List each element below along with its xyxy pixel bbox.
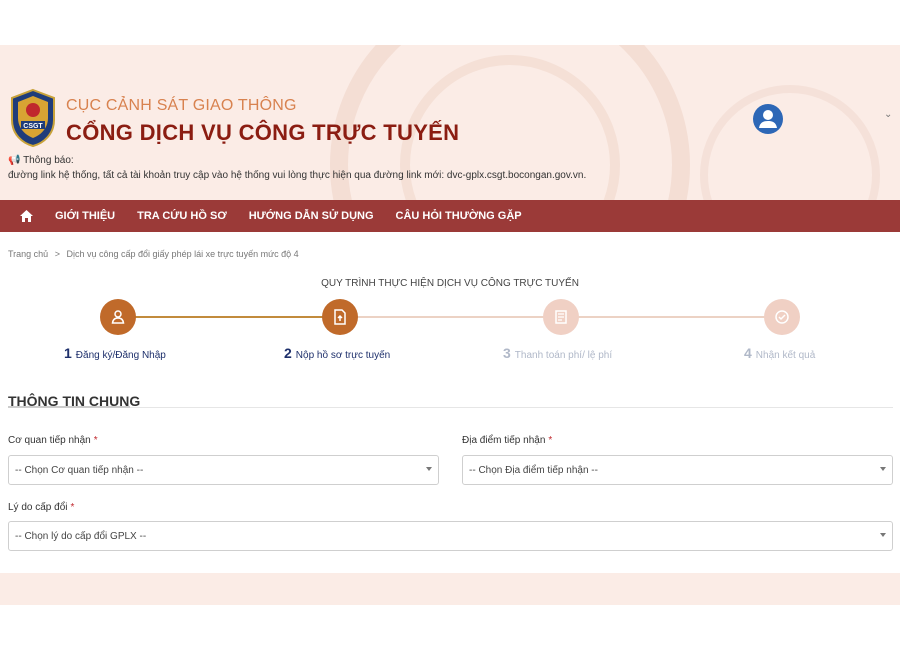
caret-down-icon: [880, 467, 886, 471]
step-3-number: 3: [503, 345, 511, 361]
nav-item-tra-cuu-ho-so[interactable]: TRA CỨU HỒ SƠ: [126, 200, 238, 232]
step-3-text: Thanh toán phí/ lệ phí: [514, 350, 613, 361]
breadcrumb-current: Dịch vụ công cấp đổi giấy phép lái xe tr…: [66, 249, 299, 259]
notice-text: đường link hệ thống, tất cả tài khoản tr…: [8, 170, 587, 181]
required-mark: *: [93, 435, 98, 446]
logo-text: CSGT: [23, 123, 43, 130]
page: CSGT CỤC CẢNH SÁT GIAO THÔNG CỔNG DỊCH V…: [0, 45, 900, 605]
nav-item-gioi-thieu[interactable]: GIỚI THIỆU: [44, 200, 126, 232]
step-3-label: 3 Thanh toán phí/ lệ phí: [503, 345, 612, 361]
step-4-label: 4 Nhận kết quả: [744, 345, 815, 361]
csgt-emblem-logo[interactable]: CSGT: [8, 88, 58, 148]
process-title: QUY TRÌNH THỰC HIỆN DỊCH VỤ CÔNG TRỰC TU…: [321, 278, 579, 289]
breadcrumb-separator: >: [54, 249, 60, 259]
section-divider: [8, 407, 893, 408]
location-label-text: Địa điểm tiếp nhận: [462, 435, 546, 446]
footer-band: [0, 573, 900, 605]
caret-down-icon: [426, 467, 432, 471]
location-select[interactable]: -- Chọn Địa điểm tiếp nhận --: [462, 455, 893, 485]
notice-label-text: Thông báo:: [23, 155, 74, 166]
step-4-number: 4: [744, 345, 752, 361]
site-header: CSGT CỤC CẢNH SÁT GIAO THÔNG CỔNG DỊCH V…: [0, 45, 900, 200]
header-pattern-right: [700, 85, 880, 200]
document-upload-icon: [334, 309, 346, 325]
nav-item-cau-hoi-thuong-gap[interactable]: CÂU HỎI THƯỜNG GẶP: [385, 200, 533, 232]
reason-select-value: -- Chọn lý do cấp đổi GPLX --: [15, 530, 147, 542]
portal-title[interactable]: CỔNG DỊCH VỤ CÔNG TRỰC TUYẾN: [66, 120, 459, 146]
step-1-label: 1 Đăng ký/Đăng Nhập: [64, 345, 166, 361]
step-1-text: Đăng ký/Đăng Nhập: [75, 350, 166, 361]
reason-label-text: Lý do cấp đổi: [8, 502, 68, 513]
location-select-value: -- Chọn Địa điểm tiếp nhận --: [469, 464, 598, 476]
caret-down-icon: [880, 533, 886, 537]
step-2-label: 2 Nộp hồ sơ trực tuyến: [284, 345, 390, 361]
breadcrumb: Trang chủ > Dịch vụ công cấp đổi giấy ph…: [8, 249, 299, 259]
agency-label-text: Cơ quan tiếp nhận: [8, 435, 91, 446]
org-title: CỤC CẢNH SÁT GIAO THÔNG: [66, 97, 297, 114]
agency-select[interactable]: -- Chọn Cơ quan tiếp nhận --: [8, 455, 439, 485]
receipt-icon: [555, 310, 567, 324]
reason-select[interactable]: -- Chọn lý do cấp đổi GPLX --: [8, 521, 893, 551]
step-4-circle: [764, 299, 800, 335]
step-2-circle: [322, 299, 358, 335]
step-2-text: Nộp hồ sơ trực tuyến: [295, 350, 391, 361]
location-label: Địa điểm tiếp nhận *: [462, 435, 552, 446]
agency-label: Cơ quan tiếp nhận *: [8, 435, 98, 446]
home-icon[interactable]: [8, 200, 44, 232]
step-2-number: 2: [284, 345, 292, 361]
breadcrumb-home-link[interactable]: Trang chủ: [8, 249, 48, 259]
required-mark: *: [548, 435, 553, 446]
step-3-circle: [543, 299, 579, 335]
step-1-number: 1: [64, 345, 72, 361]
steps-progress-line: [118, 316, 340, 318]
nav-item-huong-dan-su-dung[interactable]: HƯỚNG DẪN SỬ DỤNG: [238, 200, 385, 232]
step-4-text: Nhận kết quả: [755, 350, 816, 361]
section-divider-accent: [8, 406, 130, 408]
megaphone-icon: 📢: [8, 155, 21, 166]
step-1-circle: [100, 299, 136, 335]
user-icon: [111, 310, 125, 324]
check-circle-icon: [775, 310, 789, 324]
user-avatar-icon[interactable]: [752, 103, 784, 135]
notice-label: 📢 Thông báo:: [8, 155, 74, 166]
chevron-down-icon[interactable]: ⌄: [884, 109, 892, 120]
required-mark: *: [70, 502, 75, 513]
reason-label: Lý do cấp đổi *: [8, 502, 74, 513]
agency-select-value: -- Chọn Cơ quan tiếp nhận --: [15, 464, 144, 476]
main-nav: GIỚI THIỆU TRA CỨU HỒ SƠ HƯỚNG DẪN SỬ DỤ…: [0, 200, 900, 232]
